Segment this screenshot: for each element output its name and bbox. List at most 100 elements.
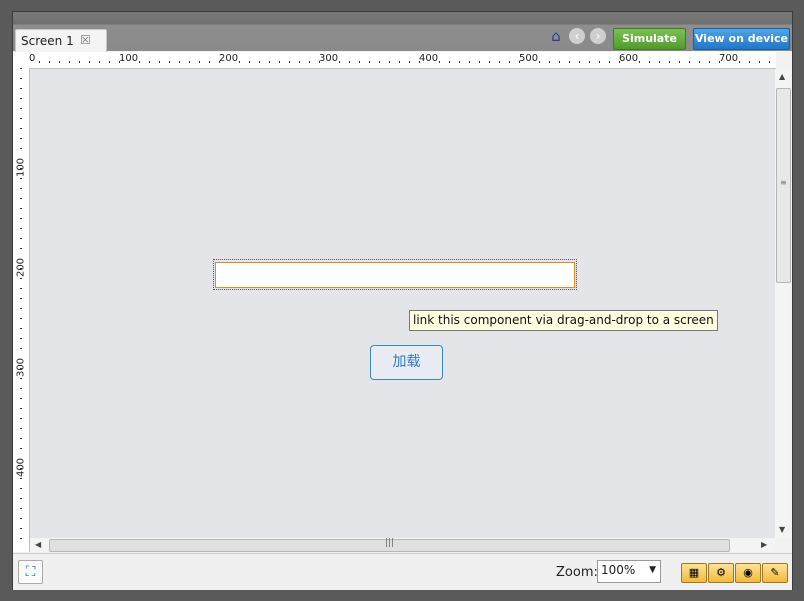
tab-screen-1[interactable]: Screen 1 ☒ <box>15 29 107 52</box>
ruler-tick <box>20 478 22 479</box>
ruler-tick <box>179 61 180 63</box>
ruler-tick <box>169 61 170 63</box>
ruler-tick <box>20 208 22 209</box>
ruler-tick <box>139 61 140 63</box>
comment-icon[interactable]: ✎ <box>762 563 788 583</box>
view-on-device-button[interactable]: View on device <box>693 28 790 50</box>
forward-icon[interactable]: › <box>590 28 606 44</box>
ruler-tick <box>79 61 80 63</box>
zoom-select[interactable]: 100% ▼ <box>597 560 661 583</box>
ruler-label: 300 <box>319 53 339 64</box>
scroll-right-icon[interactable]: ▶ <box>761 540 767 549</box>
ruler-tick <box>20 188 22 189</box>
scroll-up-icon[interactable]: ▲ <box>779 72 785 81</box>
ruler-tick <box>509 61 510 63</box>
ruler-tick <box>309 61 310 63</box>
ruler-tick <box>349 61 350 63</box>
scroll-down-icon[interactable]: ▼ <box>779 525 785 534</box>
ruler-tick <box>599 61 600 63</box>
ruler-tick <box>209 61 210 63</box>
ruler-tick <box>699 61 700 63</box>
ruler-tick <box>649 61 650 63</box>
ruler-tick <box>69 61 70 63</box>
ruler-tick <box>20 128 22 129</box>
ruler-tick <box>399 61 400 63</box>
ruler-tick <box>709 61 710 63</box>
grip-icon: ≡ <box>780 178 787 187</box>
ruler-tick <box>20 438 22 439</box>
back-icon[interactable]: ‹ <box>569 28 585 44</box>
ruler-tick <box>239 61 240 63</box>
ruler-tick <box>369 61 370 63</box>
ruler-tick <box>20 428 22 429</box>
ruler-tick <box>20 498 22 499</box>
text-input[interactable] <box>215 262 575 288</box>
ruler-tick <box>20 248 22 249</box>
horizontal-scroll-thumb[interactable]: ||| <box>49 538 730 552</box>
ruler-label: 0 <box>29 53 36 64</box>
ruler-tick <box>20 68 22 69</box>
preview-eye-icon[interactable]: ◉ <box>735 563 761 583</box>
ruler-tick <box>20 98 22 99</box>
ruler-tick <box>149 61 150 63</box>
load-button[interactable]: 加载 <box>370 345 443 380</box>
ruler-tick <box>89 61 90 63</box>
ruler-tick <box>609 61 610 63</box>
ruler-label: 600 <box>619 53 639 64</box>
ruler-tick <box>20 108 22 109</box>
ruler-tick <box>20 398 22 399</box>
ruler-corner <box>13 52 29 68</box>
ruler-tick <box>279 61 280 63</box>
ruler-tick <box>739 61 740 63</box>
ruler-tick <box>489 61 490 63</box>
ruler-tick <box>299 61 300 63</box>
ruler-tick <box>639 61 640 63</box>
design-canvas[interactable]: link this component via drag-and-drop to… <box>30 69 775 538</box>
ruler-label: 400 <box>419 53 439 64</box>
ruler-tick <box>20 288 22 289</box>
close-icon[interactable]: ☒ <box>80 33 91 47</box>
ruler-tick <box>20 268 22 269</box>
vertical-scrollbar[interactable]: ▲ ≡ ▼ <box>775 69 791 538</box>
ruler-tick <box>459 61 460 63</box>
ruler-tick <box>20 228 22 229</box>
scroll-left-icon[interactable]: ◀ <box>35 540 41 549</box>
layout-icon[interactable]: ▦ <box>681 563 707 583</box>
ruler-tick <box>20 78 22 79</box>
drag-drop-tooltip: link this component via drag-and-drop to… <box>409 310 718 331</box>
simulate-button[interactable]: Simulate <box>613 28 686 50</box>
zoom-label: Zoom: <box>556 565 598 580</box>
top-toolbar: Screen 1 ☒ ⌂ ‹ › Simulate View on device <box>13 12 792 52</box>
ruler-label: 700 <box>719 53 739 64</box>
horizontal-scrollbar[interactable]: ◀ ||| ▶ <box>30 538 775 552</box>
ruler-tick <box>339 61 340 63</box>
ruler-tick <box>159 61 160 63</box>
ruler-tick <box>20 488 22 489</box>
ruler-tick <box>249 61 250 63</box>
ruler-tick <box>20 278 22 279</box>
ruler-tick <box>20 538 22 539</box>
fit-screen-icon[interactable]: ⛶ <box>18 560 43 584</box>
ruler-tick <box>20 518 22 519</box>
zoom-value: 100% <box>601 563 636 577</box>
ruler-tick <box>20 378 22 379</box>
ruler-tick <box>679 61 680 63</box>
settings-icon[interactable]: ⚙ <box>708 563 734 583</box>
grip-icon: ||| <box>385 538 395 548</box>
vertical-scroll-thumb[interactable]: ≡ <box>776 88 791 283</box>
chevron-down-icon: ▼ <box>649 565 656 575</box>
ruler-tick <box>109 61 110 63</box>
ruler-tick <box>20 418 22 419</box>
ruler-tick <box>449 61 450 63</box>
ruler-tick <box>20 178 22 179</box>
ruler-tick <box>379 61 380 63</box>
textfield-selection[interactable] <box>213 259 577 290</box>
ruler-tick <box>559 61 560 63</box>
editor-window: Screen 1 ☒ ⌂ ‹ › Simulate View on device… <box>12 11 793 590</box>
home-icon[interactable]: ⌂ <box>548 28 564 44</box>
ruler-tick <box>579 61 580 63</box>
ruler-tick <box>20 508 22 509</box>
ruler-tick <box>569 61 570 63</box>
ruler-label: 500 <box>519 53 539 64</box>
ruler-tick <box>20 368 22 369</box>
